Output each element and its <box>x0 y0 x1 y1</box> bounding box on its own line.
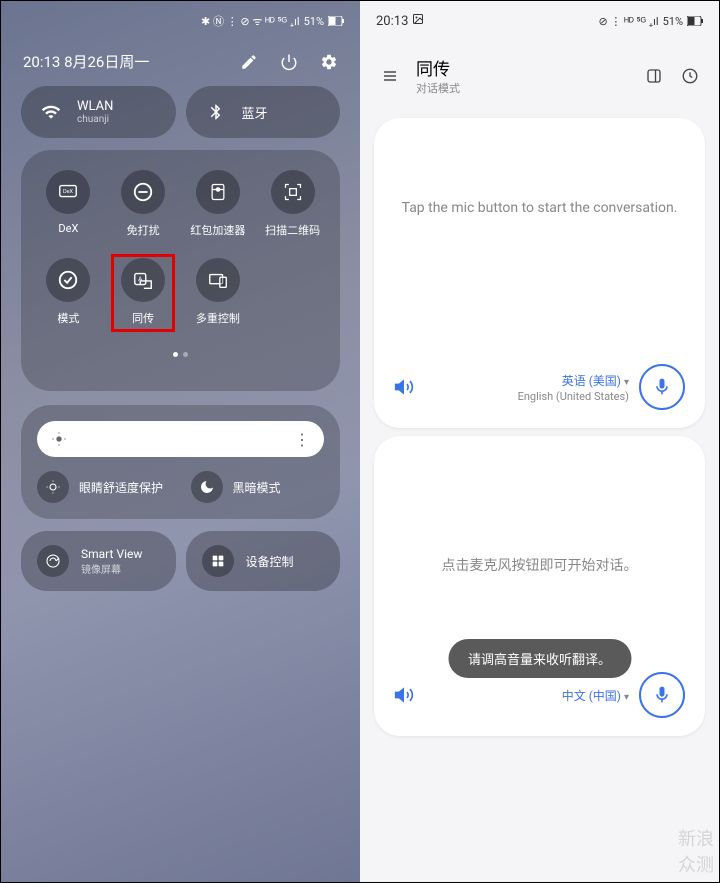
tile-interpret[interactable]: A 同传 <box>108 258 178 326</box>
history-icon[interactable] <box>681 67 699 85</box>
window-icon[interactable] <box>645 67 663 85</box>
more-icon[interactable]: ⋮ <box>294 430 310 449</box>
panel-prompt-en: Tap the mic button to start the conversa… <box>394 198 685 219</box>
highlight-box <box>111 254 175 332</box>
status-bar-2: 20:13 ⊘ ⋮ ᴴᴰ ⁵ᴳ ₊ıl 51% <box>360 1 719 41</box>
lang-select-zh[interactable]: 中文 (中国) <box>562 689 621 703</box>
edit-icon[interactable] <box>240 53 258 71</box>
tile-dnd[interactable]: 免打扰 <box>108 170 178 238</box>
chevron-down-icon: ▾ <box>624 692 629 703</box>
redpacket-icon <box>196 170 240 214</box>
devicecontrol-icon <box>202 545 234 577</box>
qs-datetime: 20:13 8月26日周一 <box>23 51 149 72</box>
eye-comfort-toggle[interactable]: 眼睛舒适度保护 <box>37 471 171 503</box>
speaker-icon[interactable] <box>394 377 414 397</box>
smartview-icon <box>37 545 69 577</box>
tile-dex[interactable]: DeX DeX <box>33 170 103 238</box>
devicecontrol-tile[interactable]: 设备控制 <box>186 531 341 591</box>
dex-icon: DeX <box>46 170 90 214</box>
qs-actions <box>240 53 338 71</box>
power-icon[interactable] <box>280 53 298 71</box>
mic-button-en[interactable] <box>639 364 685 410</box>
battery-icon <box>687 16 703 26</box>
conversation-panel-chinese: 点击麦克风按钮即可开始对话。 请调高音量来收听翻译。 中文 (中国) ▾ <box>374 436 705 736</box>
tile-mode[interactable]: 模式 <box>33 258 103 326</box>
speaker-icon[interactable] <box>394 685 414 705</box>
eye-icon <box>37 471 69 503</box>
status-icons: ✱ Ⓝ ⋮ ⊘ ᯤ ᴴᴰ ⁵ᴳ ₊ıl 51% <box>201 13 344 29</box>
mode-icon <box>46 258 90 302</box>
brightness-panel: ⋮ 眼睛舒适度保护 黑暗模式 <box>21 405 340 519</box>
quick-settings-panel: ✱ Ⓝ ⋮ ⊘ ᯤ ᴴᴰ ⁵ᴳ ₊ıl 51% 20:13 8月26日周一 WL… <box>1 1 360 882</box>
photo-indicator-icon <box>412 13 424 25</box>
tile-redpacket[interactable]: 红包加速器 <box>183 170 253 238</box>
svg-text:DeX: DeX <box>63 189 74 195</box>
qs-primary-row: WLAN chuanji 蓝牙 <box>1 86 360 138</box>
volume-toast: 请调高音量来收听翻译。 <box>448 639 631 678</box>
status-icons-2: ⊘ ⋮ ᴴᴰ ⁵ᴳ ₊ıl 51% <box>598 15 703 28</box>
watermark: 新浪众测 <box>678 825 714 877</box>
interpreter-app: 20:13 ⊘ ⋮ ᴴᴰ ⁵ᴳ ₊ıl 51% 同传 对话模式 Tap the … <box>360 1 719 882</box>
bluetooth-toggle[interactable]: 蓝牙 <box>186 86 341 138</box>
dark-mode-toggle[interactable]: 黑暗模式 <box>191 471 325 503</box>
sun-icon <box>51 431 67 447</box>
brightness-slider[interactable]: ⋮ <box>37 421 324 457</box>
wlan-title: WLAN <box>77 99 113 114</box>
bluetooth-icon <box>202 98 230 126</box>
qs-tiles-grid: DeX DeX 免打扰 红包加速器 扫描二维码 <box>21 150 340 391</box>
app-title: 同传 <box>416 55 629 80</box>
wlan-sub: chuanji <box>77 114 113 125</box>
qs-header: 20:13 8月26日周一 <box>1 41 360 86</box>
page-indicator <box>31 346 330 363</box>
settings-icon[interactable] <box>320 53 338 71</box>
app-header: 同传 对话模式 <box>360 41 719 110</box>
panel-prompt-zh: 点击麦克风按钮即可开始对话。 <box>394 556 685 577</box>
status-time-2: 20:13 <box>376 13 424 29</box>
tile-qrscan[interactable]: 扫描二维码 <box>258 170 328 238</box>
lang-select-en[interactable]: 英语 (美国) <box>562 374 621 388</box>
smartview-tile[interactable]: Smart View 镜像屏幕 <box>21 531 176 591</box>
mic-button-zh[interactable] <box>639 672 685 718</box>
app-subtitle: 对话模式 <box>416 80 629 96</box>
lang-sub-en: English (United States) <box>518 390 629 403</box>
multicontrol-icon <box>196 258 240 302</box>
status-bar: ✱ Ⓝ ⋮ ⊘ ᯤ ᴴᴰ ⁵ᴳ ₊ıl 51% <box>1 1 360 41</box>
wifi-icon <box>37 98 65 126</box>
moon-icon <box>191 471 223 503</box>
qr-icon <box>271 170 315 214</box>
battery-icon <box>328 16 344 26</box>
dnd-icon <box>121 170 165 214</box>
tile-empty <box>258 258 328 326</box>
bluetooth-title: 蓝牙 <box>242 103 268 122</box>
tile-multicontrol[interactable]: 多重控制 <box>183 258 253 326</box>
chevron-down-icon: ▾ <box>624 377 629 388</box>
menu-icon[interactable] <box>380 68 400 84</box>
qs-bottom-row: Smart View 镜像屏幕 设备控制 <box>1 531 360 591</box>
wlan-toggle[interactable]: WLAN chuanji <box>21 86 176 138</box>
conversation-panel-english: Tap the mic button to start the conversa… <box>374 118 705 428</box>
